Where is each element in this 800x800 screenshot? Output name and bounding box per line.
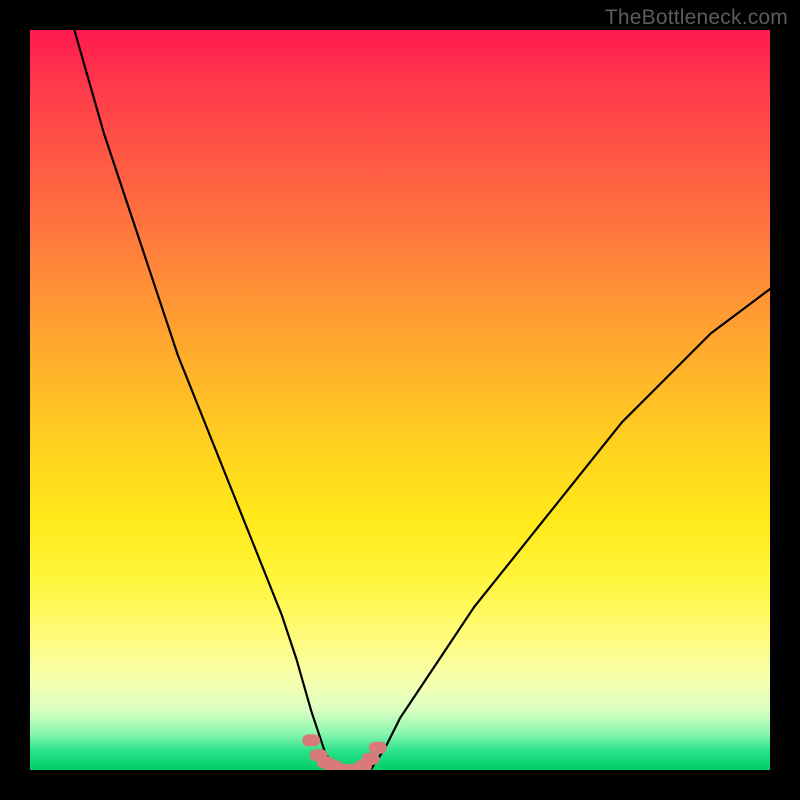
minimum-markers [308, 740, 381, 770]
curve-layer [30, 30, 770, 770]
plot-area [30, 30, 770, 770]
bottleneck-curve [74, 30, 770, 770]
watermark-text: TheBottleneck.com [605, 6, 788, 30]
chart-frame: TheBottleneck.com [0, 0, 800, 800]
